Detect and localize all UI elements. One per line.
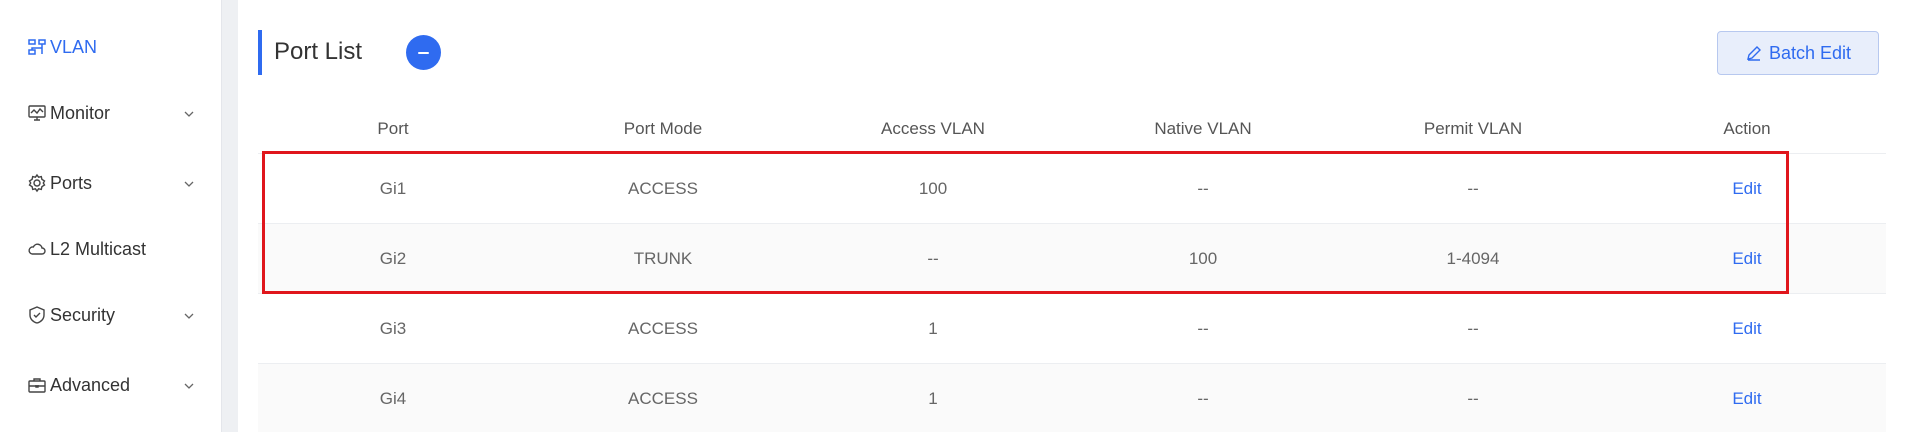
- chevron-down-icon: [182, 377, 196, 391]
- cell-access-vlan: --: [927, 248, 939, 268]
- cloud-icon: [27, 239, 47, 259]
- batch-edit-label: Batch Edit: [1768, 42, 1852, 63]
- edit-link[interactable]: Edit: [1732, 179, 1761, 198]
- monitor-icon: [27, 103, 47, 123]
- cell-access-vlan: 1: [928, 318, 938, 338]
- cell-port: Gi4: [379, 388, 407, 408]
- toolbox-icon: [27, 375, 47, 395]
- cell-port-mode: TRUNK: [633, 248, 693, 268]
- cell-permit-vlan: --: [1467, 318, 1479, 338]
- sidebar: VLAN Monitor Ports L2 Multicast Security: [0, 0, 222, 432]
- table-body: Gi1 ACCESS 100 -- -- Edit Gi2 TRUNK -- 1…: [258, 154, 1886, 432]
- sidebar-item-vlan[interactable]: VLAN: [0, 24, 222, 70]
- column-header-native-vlan: Native VLAN: [1154, 118, 1252, 138]
- sidebar-item-label: Monitor: [50, 102, 111, 123]
- cell-permit-vlan: 1-4094: [1446, 248, 1500, 268]
- main-panel: Port List Batch Edit Port Port Mode Acce…: [238, 0, 1906, 432]
- sidebar-item-ports[interactable]: Ports: [0, 160, 222, 206]
- batch-edit-button[interactable]: Batch Edit: [1717, 31, 1879, 75]
- sidebar-item-label: Security: [50, 304, 116, 325]
- gear-icon: [27, 173, 47, 193]
- column-header-port: Port: [377, 118, 409, 138]
- column-header-permit-vlan: Permit VLAN: [1423, 118, 1523, 138]
- cell-port-mode: ACCESS: [628, 388, 698, 408]
- pencil-icon: [1747, 46, 1761, 61]
- cell-native-vlan: --: [1197, 318, 1209, 338]
- cell-port: Gi1: [379, 178, 407, 198]
- cell-native-vlan: 100: [1188, 248, 1218, 268]
- sidebar-item-l2-multicast[interactable]: L2 Multicast: [0, 226, 222, 272]
- edit-link[interactable]: Edit: [1732, 389, 1761, 408]
- edit-link[interactable]: Edit: [1732, 319, 1761, 338]
- edit-link[interactable]: Edit: [1732, 249, 1761, 268]
- port-table: Port Port Mode Access VLAN Native VLAN P…: [258, 104, 1886, 432]
- column-header-port-mode: Port Mode: [623, 118, 703, 138]
- cell-permit-vlan: --: [1467, 178, 1479, 198]
- title-accent-bar: [258, 30, 262, 75]
- cell-native-vlan: --: [1197, 178, 1209, 198]
- cell-permit-vlan: --: [1467, 388, 1479, 408]
- vlan-icon: [27, 37, 47, 57]
- cell-port-mode: ACCESS: [628, 318, 698, 338]
- sidebar-item-label: VLAN: [50, 36, 98, 57]
- cell-access-vlan: 100: [918, 178, 948, 198]
- cell-port-mode: ACCESS: [628, 178, 698, 198]
- cell-port: Gi3: [379, 318, 407, 338]
- page-title: Port List: [274, 38, 363, 65]
- chevron-down-icon: [182, 175, 196, 189]
- cell-port: Gi2: [379, 248, 407, 268]
- chevron-down-icon: [182, 307, 196, 321]
- sidebar-item-label: Ports: [50, 172, 93, 193]
- sidebar-item-advanced[interactable]: Advanced: [0, 362, 222, 408]
- collapse-button[interactable]: [406, 35, 441, 70]
- table-row: Gi1 ACCESS 100 -- -- Edit: [258, 154, 1886, 224]
- cell-native-vlan: --: [1197, 388, 1209, 408]
- table-header: Port Port Mode Access VLAN Native VLAN P…: [258, 104, 1886, 154]
- cell-access-vlan: 1: [928, 388, 938, 408]
- table-row: Gi4 ACCESS 1 -- -- Edit: [258, 364, 1886, 432]
- sidebar-item-security[interactable]: Security: [0, 292, 222, 338]
- column-header-access-vlan: Access VLAN: [881, 118, 985, 138]
- minus-icon: [418, 51, 429, 54]
- sidebar-item-label: Advanced: [50, 374, 131, 395]
- table-row: Gi3 ACCESS 1 -- -- Edit: [258, 294, 1886, 364]
- sidebar-item-monitor[interactable]: Monitor: [0, 90, 222, 136]
- sidebar-item-label: L2 Multicast: [50, 238, 147, 259]
- column-header-action: Action: [1723, 118, 1771, 138]
- chevron-down-icon: [182, 105, 196, 119]
- table-row: Gi2 TRUNK -- 100 1-4094 Edit: [258, 224, 1886, 294]
- shield-icon: [27, 305, 47, 325]
